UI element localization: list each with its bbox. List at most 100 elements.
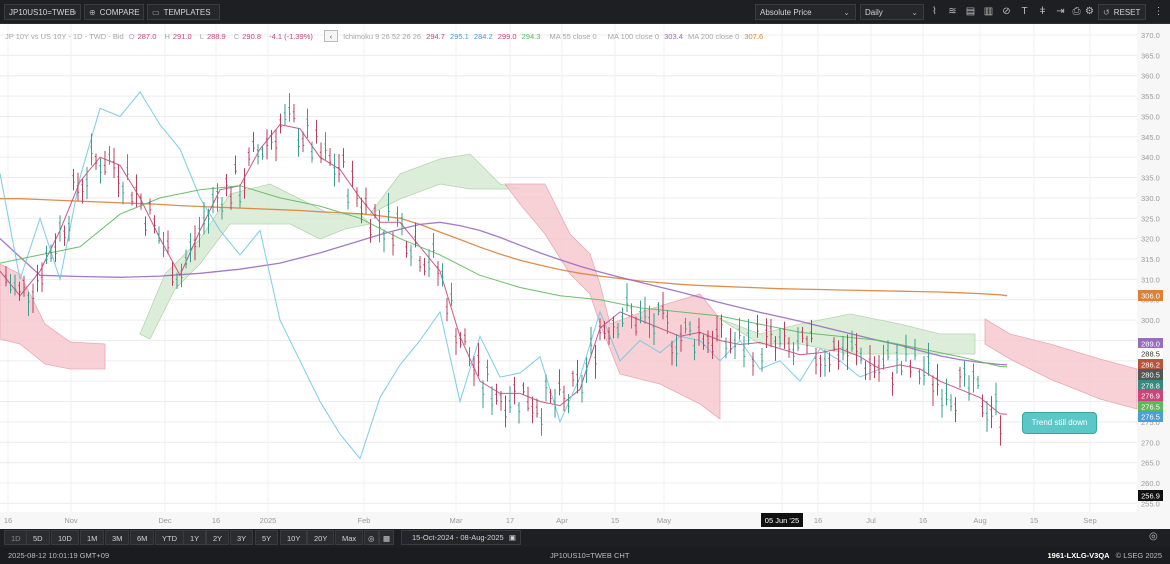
settings-icon[interactable]: ◎ <box>364 530 379 545</box>
draw-tools-icon[interactable]: ⌇ <box>928 5 941 19</box>
templates-label: TEMPLATES <box>163 8 211 17</box>
range-button-5y[interactable]: 5Y <box>255 530 279 545</box>
x-tick-label: 16 <box>919 516 927 525</box>
x-tick-label: Jul <box>866 516 876 525</box>
close-number: 290.8 <box>242 32 262 41</box>
x-tick-label: 15 <box>1030 516 1038 525</box>
price-type-select[interactable]: Absolute Price ⌄ <box>755 4 856 20</box>
x-tick-label: 16 <box>814 516 822 525</box>
ichimoku-v4: 299.0 <box>497 32 517 41</box>
open-number: 287.0 <box>137 32 157 41</box>
status-right: 1961-LXLG-V3QA © LSEG 2025 <box>1048 547 1163 564</box>
chevron-down-icon: ⌄ <box>843 8 850 17</box>
range-button-6m[interactable]: 6M <box>130 530 155 545</box>
templates-button[interactable]: ▭ TEMPLATES <box>147 4 220 20</box>
indicators-icon[interactable]: ≋ <box>946 5 959 19</box>
more-icon[interactable]: ⋮ <box>1152 5 1165 19</box>
range-button-1d[interactable]: 1D <box>4 530 28 545</box>
chart-legend: JP 10Y vs US 10Y - 1D - TWD - Bid O 287.0… <box>5 30 766 42</box>
price-badge-label: 280.5 <box>1141 371 1160 380</box>
status-bar: 2025-08-12 10:01:19 GMT+09 JP10US10=TWEB… <box>0 547 1170 564</box>
range-button-max[interactable]: Max <box>335 530 364 545</box>
range-button-1m[interactable]: 1M <box>80 530 105 545</box>
annotation-callout[interactable]: Trend still down <box>1022 412 1097 434</box>
reset-button[interactable]: ↺ RESET <box>1098 4 1146 20</box>
range-bar: 1D 5D 10D 1M 3M 6M YTD 1Y 2Y 3Y 5Y 10Y 20Y Max ◎ ▦ 15… <box>0 529 1170 547</box>
y-tick-label: 270.0 <box>1141 438 1160 447</box>
series-desc: JP 10Y vs US 10Y - 1D - TWD - Bid <box>5 32 124 41</box>
high-label: H <box>164 32 170 41</box>
export-icon[interactable]: ⇥ <box>1054 5 1067 19</box>
price-badge-label: 256.9 <box>1141 492 1160 501</box>
price-badge-label: 276.5 <box>1141 403 1160 412</box>
status-copyright: © LSEG 2025 <box>1115 551 1162 560</box>
ichimoku-v1: 294.7 <box>426 32 445 41</box>
low-value: L 288.9 <box>200 32 229 41</box>
date-range-field[interactable]: 15-Oct-2024 - 08-Aug-2025 ▣ <box>401 530 521 545</box>
y-tick-label: 260.0 <box>1141 479 1160 488</box>
y-tick-label: 345.0 <box>1141 133 1160 142</box>
range-button-5d[interactable]: 5D <box>26 530 50 545</box>
gear-icon[interactable]: ⚙ <box>1083 5 1096 19</box>
price-chart[interactable]: 255.0260.0265.0270.0275.0280.0285.0290.0… <box>0 24 1170 529</box>
chevron-down-icon: ⌄ <box>911 8 918 17</box>
interval-select[interactable]: Daily ⌄ <box>860 4 924 20</box>
y-tick-label: 315.0 <box>1141 255 1160 264</box>
y-tick-label: 350.0 <box>1141 112 1160 121</box>
range-button-1y[interactable]: 1Y <box>183 530 207 545</box>
ma200-value: 307.6 <box>744 32 764 41</box>
y-tick-label: 335.0 <box>1141 174 1160 183</box>
print-icon[interactable]: ⎙ <box>1070 5 1083 19</box>
range-button-2y[interactable]: 2Y <box>206 530 230 545</box>
low-number: 288.9 <box>206 32 226 41</box>
symbol-input[interactable]: JP10US10=TWEB ⌕ <box>4 4 81 20</box>
x-tick-label: Sep <box>1083 516 1096 525</box>
open-label: O <box>128 32 135 41</box>
price-type-value: Absolute Price <box>760 8 812 17</box>
range-button-20y[interactable]: 20Y <box>307 530 335 545</box>
ichimoku-v5: 294.3 <box>521 32 541 41</box>
text-icon[interactable]: T <box>1018 5 1031 19</box>
plus-circle-icon: ⊕ <box>89 8 96 17</box>
x-tick-label: 17 <box>506 516 514 525</box>
range-button-ytd[interactable]: YTD <box>155 530 184 545</box>
price-badge-label: 276.9 <box>1141 392 1160 401</box>
range-button-10d[interactable]: 10D <box>51 530 79 545</box>
symbol-text: JP10US10=TWEB <box>9 8 76 17</box>
link-icon[interactable]: ⊘ <box>1000 5 1013 19</box>
layout-icon[interactable]: ▤ <box>964 5 977 19</box>
high-number: 291.0 <box>172 32 192 41</box>
reset-icon: ↺ <box>1103 8 1110 17</box>
chart-type-icon[interactable]: ▥ <box>982 5 995 19</box>
price-badge-label: 278.8 <box>1141 382 1160 391</box>
x-tick-label: Apr <box>556 516 568 525</box>
x-tick-label: May <box>657 516 671 525</box>
range-button-3m[interactable]: 3M <box>105 530 130 545</box>
low-label: L <box>199 32 204 41</box>
range-button-3y[interactable]: 3Y <box>230 530 254 545</box>
annotate-icon[interactable]: ǂ <box>1036 5 1049 19</box>
interval-value: Daily <box>865 8 883 17</box>
ma100-value: 303.4 <box>664 32 683 41</box>
close-label: C <box>233 32 240 41</box>
status-ric: JP10US10=TWEB CHT <box>550 551 630 560</box>
x-tick-label: 16 <box>4 516 12 525</box>
chart-area[interactable]: 255.0260.0265.0270.0275.0280.0285.0290.0… <box>0 24 1170 529</box>
chart-settings-icon[interactable]: ◎ <box>1149 531 1158 542</box>
price-badge-label: 286.2 <box>1141 361 1160 370</box>
x-tick-label: Feb <box>358 516 371 525</box>
change-value: -4.1 (-1.39%) <box>269 32 313 41</box>
price-badge-label: 276.5 <box>1141 413 1160 422</box>
x-tick-label: Mar <box>450 516 463 525</box>
y-tick-label: 340.0 <box>1141 153 1160 162</box>
compare-button[interactable]: ⊕ COMPARE <box>84 4 144 20</box>
collapse-legend-button[interactable]: ‹ <box>323 30 338 42</box>
folder-icon: ▭ <box>152 8 160 17</box>
x-tick-label: 05 Jun '25 <box>765 516 799 525</box>
ma55-label: MA 55 close 0 <box>549 32 597 41</box>
table-icon[interactable]: ▦ <box>379 530 395 545</box>
price-badge-label: 306.0 <box>1141 292 1160 301</box>
range-button-10y[interactable]: 10Y <box>280 530 308 545</box>
y-tick-label: 370.0 <box>1141 31 1160 40</box>
x-tick-label: Dec <box>158 516 172 525</box>
